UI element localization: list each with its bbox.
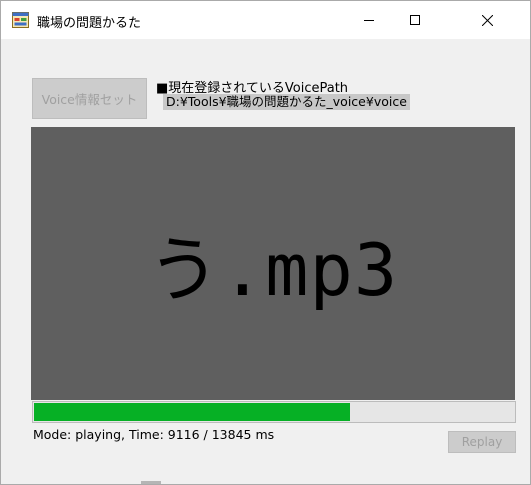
maximize-icon [410, 15, 420, 25]
maximize-button[interactable] [392, 1, 438, 39]
playback-status-text: Mode: playing, Time: 9116 / 13845 ms [33, 427, 275, 442]
minimize-icon [364, 15, 374, 25]
main-window: 職場の問題かるた Voice情報セット ■現在登録されているVoicePath … [0, 0, 531, 485]
resize-grip[interactable] [141, 481, 161, 484]
title-bar[interactable]: 職場の問題かるた [1, 1, 530, 39]
minimize-button[interactable] [346, 1, 392, 39]
current-file-display: う.mp3 [31, 127, 515, 400]
replay-button[interactable]: Replay [448, 431, 516, 453]
close-button[interactable] [464, 1, 510, 39]
current-file-label: う.mp3 [147, 228, 399, 312]
close-icon [481, 14, 493, 26]
app-icon[interactable] [12, 12, 29, 28]
voice-path-value: D:¥Tools¥職場の問題かるた_voice¥voice [163, 94, 410, 110]
window-title: 職場の問題かるた [37, 16, 142, 31]
playback-progress-bar [32, 401, 516, 423]
playback-progress-fill [34, 403, 351, 421]
voice-info-set-button[interactable]: Voice情報セット [32, 78, 147, 119]
